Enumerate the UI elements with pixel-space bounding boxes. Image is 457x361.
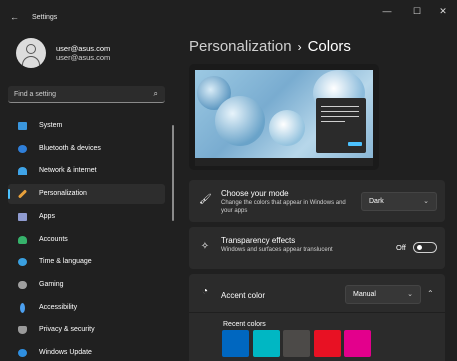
avatar-head-icon (26, 44, 36, 54)
divider (189, 312, 445, 313)
preview-accent-button (348, 142, 362, 146)
sidebar-item[interactable]: Windows Update (8, 343, 165, 361)
globe-icon (18, 258, 27, 267)
sidebar-scrollbar[interactable] (172, 125, 174, 221)
transparency-toggle[interactable] (413, 242, 437, 253)
sidebar-item-label: Bluetooth & devices (39, 144, 101, 152)
wallpaper-bubble (269, 110, 305, 146)
update-icon (18, 349, 27, 357)
sidebar-item-label: Network & internet (39, 167, 97, 175)
transparency-title: Transparency effects (221, 236, 296, 245)
sidebar-item-label: Gaming (39, 280, 64, 288)
sidebar-item-label: Accounts (39, 235, 68, 243)
mode-setting-card: 🖌 Choose your mode Change the colors tha… (189, 180, 445, 222)
sidebar-item-label: Accessibility (39, 303, 78, 311)
wallpaper-bubble (215, 96, 265, 146)
sidebar-item[interactable]: System (8, 116, 165, 136)
page-title: Colors (307, 38, 351, 55)
sidebar-item[interactable]: Accessibility (8, 298, 165, 318)
preview-line (321, 116, 359, 117)
breadcrumb-parent[interactable]: Personalization (189, 38, 292, 55)
app-title: Settings (32, 14, 58, 21)
sidebar-item-label: System (39, 122, 63, 129)
preview-taskbar (195, 158, 373, 166)
preview-window (316, 98, 366, 153)
transparency-description: Windows and surfaces appear translucent (221, 247, 333, 253)
sidebar-item[interactable]: Privacy & security (8, 320, 165, 340)
person-icon (18, 235, 27, 244)
accent-dropdown-value: Manual (353, 291, 376, 298)
accessibility-icon (20, 302, 25, 313)
sidebar-item[interactable]: Network & internet (8, 161, 165, 181)
chevron-up-icon[interactable]: ⌃ (427, 289, 434, 298)
back-arrow-icon[interactable]: ← (10, 12, 19, 22)
close-button[interactable]: ✕ (436, 6, 450, 17)
mode-title: Choose your mode (221, 189, 289, 198)
toggle-knob (417, 245, 422, 250)
sidebar-item[interactable]: Accounts (8, 230, 165, 250)
color-swatch[interactable] (222, 330, 249, 357)
brush-icon (17, 189, 28, 199)
color-swatch[interactable] (344, 330, 371, 357)
search-icon: ⌕ (153, 89, 158, 98)
sidebar-item-label: Privacy & security (39, 326, 95, 334)
preview-line (321, 106, 359, 107)
sidebar-item-label: Time & language (39, 258, 92, 266)
mode-dropdown-value: Dark (369, 198, 384, 205)
sidebar-item-label: Personalization (39, 190, 87, 198)
sidebar-item[interactable]: Apps (8, 207, 165, 227)
minimize-button[interactable]: — (380, 6, 394, 16)
breadcrumb-separator-icon: › (297, 40, 302, 54)
sidebar-item[interactable]: Bluetooth & devices (8, 139, 165, 159)
accent-dropdown[interactable]: Manual ⌄ (345, 285, 421, 304)
mode-description: Change the colors that appear in Windows… (221, 200, 346, 214)
color-swatch[interactable] (252, 330, 280, 357)
preview-line (321, 111, 359, 112)
preview-line (321, 121, 345, 122)
preview-wallpaper (195, 70, 373, 158)
chevron-down-icon: ⌄ (423, 198, 429, 205)
color-swatch[interactable] (283, 330, 310, 357)
monitor-icon (18, 122, 27, 130)
user-email: user@asus.com (56, 53, 111, 62)
user-name: user@asus.com (56, 44, 111, 53)
search-placeholder: Find a setting (14, 91, 57, 98)
sidebar-item[interactable]: Personalization (8, 184, 165, 205)
transparency-toggle-label: Off (396, 243, 406, 252)
search-input[interactable]: Find a setting ⌕ (8, 86, 165, 103)
breadcrumb: Personalization › Colors (189, 38, 351, 55)
bluetooth-icon (18, 144, 27, 153)
active-indicator (8, 189, 10, 200)
wifi-icon (18, 167, 27, 176)
color-swatch[interactable] (313, 330, 341, 357)
chevron-down-icon: ⌄ (407, 291, 413, 298)
apps-icon (18, 212, 27, 221)
transparency-icon: ✧ (200, 241, 210, 252)
gamepad-icon (18, 280, 27, 289)
maximize-button[interactable]: ☐ (410, 6, 424, 17)
mode-dropdown[interactable]: Dark ⌄ (361, 192, 437, 211)
sidebar-item-label: Windows Update (39, 349, 92, 356)
sidebar-item[interactable]: Time & language (8, 252, 165, 272)
shield-icon (18, 326, 27, 335)
palette-icon: ◔ (201, 286, 209, 297)
recent-colors-title: Recent colors (223, 321, 266, 328)
sidebar-item[interactable]: Gaming (8, 275, 165, 295)
title-bar: ← Settings — ☐ ✕ (0, 0, 457, 34)
theme-preview (189, 64, 379, 170)
paint-brush-icon: 🖌 (199, 194, 212, 205)
transparency-setting-card: ✧ Transparency effects Windows and surfa… (189, 227, 445, 269)
sidebar-item-label: Apps (39, 212, 55, 220)
avatar[interactable] (16, 38, 46, 68)
avatar-body-icon (22, 56, 40, 68)
accent-title: Accent color (221, 291, 266, 300)
